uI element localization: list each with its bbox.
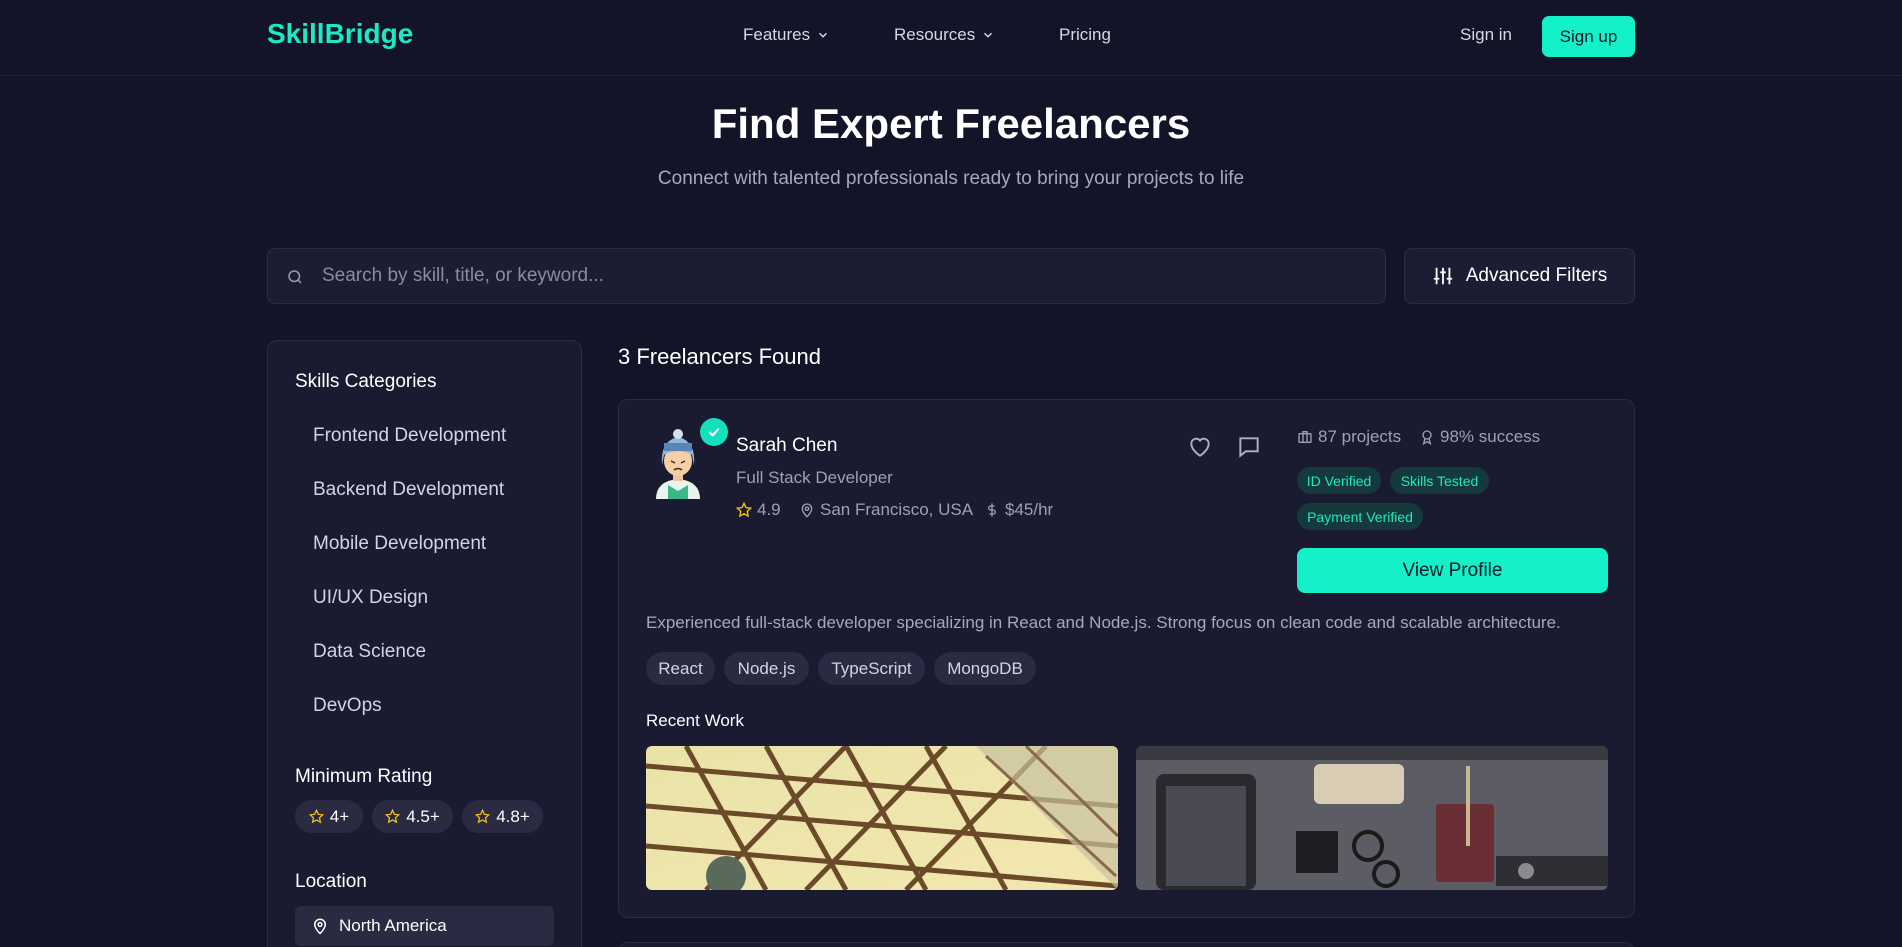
briefcase-icon bbox=[1298, 431, 1312, 443]
success-rate: 98% success bbox=[1440, 427, 1541, 446]
category-data-science[interactable]: Data Science bbox=[313, 641, 426, 663]
category-uiux[interactable]: UI/UX Design bbox=[313, 587, 428, 609]
projects-count: 87 projects bbox=[1318, 427, 1402, 446]
top-navbar: SkillBridge Features Resources Pricing S… bbox=[0, 0, 1902, 76]
check-icon bbox=[708, 427, 720, 437]
star-icon bbox=[308, 809, 324, 824]
logo[interactable]: SkillBridge bbox=[267, 18, 413, 50]
chevron-down-icon bbox=[984, 32, 993, 38]
freelancer-rate: $45/hr bbox=[984, 500, 1053, 520]
skills-heading: Skills Categories bbox=[295, 371, 437, 392]
skill-tag: React bbox=[646, 652, 715, 685]
sliders-icon bbox=[1433, 267, 1452, 285]
chevron-down-icon bbox=[819, 32, 828, 38]
verified-badge bbox=[700, 418, 728, 446]
category-backend[interactable]: Backend Development bbox=[313, 479, 504, 501]
nav-resources-label: Resources bbox=[894, 25, 976, 44]
star-icon bbox=[475, 809, 491, 824]
signin-link[interactable]: Sign in bbox=[1460, 25, 1512, 45]
page-subtitle: Connect with talented professionals read… bbox=[657, 168, 1245, 189]
category-devops[interactable]: DevOps bbox=[313, 695, 382, 717]
heart-icon[interactable] bbox=[1187, 434, 1213, 460]
skill-tag: MongoDB bbox=[934, 652, 1036, 685]
badge-payment-verified: Payment Verified bbox=[1297, 503, 1423, 530]
projects-stat: 87 projects bbox=[1297, 427, 1401, 447]
freelancer-location: San Francisco, USA bbox=[799, 500, 973, 520]
category-frontend[interactable]: Frontend Development bbox=[313, 425, 506, 447]
dollar-icon bbox=[988, 503, 996, 517]
location-select[interactable]: North America bbox=[295, 906, 554, 946]
skill-tag: Node.js bbox=[724, 652, 809, 685]
advanced-filters-button[interactable]: Advanced Filters bbox=[1404, 248, 1635, 304]
rating-filter-4-8[interactable]: 4.8+ bbox=[462, 800, 543, 833]
portfolio-image-2[interactable] bbox=[1136, 746, 1608, 890]
results-count: 3 Freelancers Found bbox=[618, 344, 821, 369]
rating-heading: Minimum Rating bbox=[295, 766, 433, 787]
signup-button[interactable]: Sign up bbox=[1542, 16, 1635, 57]
location-value: North America bbox=[339, 916, 447, 935]
rate-text: $45/hr bbox=[1005, 500, 1054, 519]
award-icon bbox=[1422, 430, 1432, 445]
freelancer-name[interactable]: Sarah Chen bbox=[736, 435, 837, 457]
category-mobile[interactable]: Mobile Development bbox=[313, 533, 486, 555]
filters-sidebar: Skills Categories Frontend Development B… bbox=[267, 340, 582, 947]
rating-filter-4[interactable]: 4+ bbox=[295, 800, 363, 833]
advanced-filters-label: Advanced Filters bbox=[1465, 265, 1608, 286]
rating-filter-label: 4.5+ bbox=[406, 806, 440, 826]
rating-filter-label: 4+ bbox=[329, 806, 350, 826]
nav-features[interactable]: Features bbox=[743, 25, 830, 45]
star-icon bbox=[385, 809, 401, 824]
skill-tag: TypeScript bbox=[818, 652, 925, 685]
nav-resources[interactable]: Resources bbox=[894, 25, 995, 45]
freelancer-card: Sarah Chen Full Stack Developer 4.9 San … bbox=[618, 399, 1635, 918]
star-icon bbox=[736, 502, 752, 518]
rating-filter-4-5[interactable]: 4.5+ bbox=[372, 800, 453, 833]
badge-id-verified: ID Verified bbox=[1297, 467, 1381, 494]
nav-pricing[interactable]: Pricing bbox=[1059, 25, 1111, 45]
map-pin-icon bbox=[801, 503, 813, 518]
search-bar bbox=[267, 248, 1386, 304]
location-text: San Francisco, USA bbox=[820, 500, 974, 519]
freelancer-description: Experienced full-stack developer special… bbox=[646, 613, 1561, 632]
badge-skills-tested: Skills Tested bbox=[1390, 467, 1489, 494]
recent-work-heading: Recent Work bbox=[646, 711, 744, 730]
page-title: Find Expert Freelancers bbox=[711, 100, 1191, 147]
rating-value: 4.9 bbox=[757, 500, 781, 519]
freelancer-card bbox=[618, 942, 1635, 947]
freelancer-title: Full Stack Developer bbox=[736, 468, 893, 487]
search-icon bbox=[288, 270, 302, 284]
portfolio-image bbox=[1136, 746, 1608, 890]
portfolio-image bbox=[646, 746, 1118, 890]
location-heading: Location bbox=[295, 871, 367, 892]
nav-pricing-label: Pricing bbox=[1059, 25, 1111, 44]
freelancer-rating: 4.9 bbox=[736, 500, 781, 520]
message-icon[interactable] bbox=[1236, 434, 1262, 460]
rating-filter-label: 4.8+ bbox=[496, 806, 530, 826]
map-pin-icon bbox=[313, 918, 327, 935]
portfolio-image-1[interactable] bbox=[646, 746, 1118, 890]
success-stat: 98% success bbox=[1419, 427, 1540, 447]
view-profile-button[interactable]: View Profile bbox=[1297, 548, 1608, 593]
search-input[interactable] bbox=[322, 249, 1362, 303]
nav-features-label: Features bbox=[743, 25, 811, 44]
